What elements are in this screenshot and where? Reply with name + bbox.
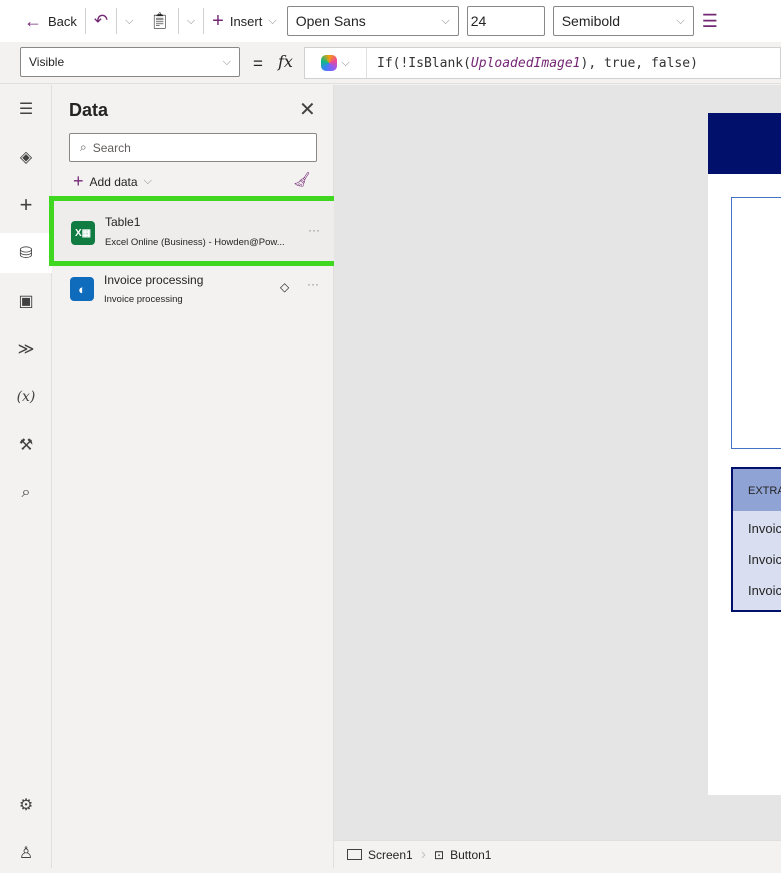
button-icon: ⊡ xyxy=(434,847,445,862)
premium-diamond-icon: ◇ xyxy=(280,280,290,294)
variables-icon[interactable]: (x) xyxy=(0,377,52,417)
item-name: Invoice processing xyxy=(104,273,204,287)
insert-button[interactable]: + Insert ⌵ xyxy=(204,10,285,33)
settings-icon[interactable]: ⚙ xyxy=(0,785,52,825)
chevron-down-icon: ⌵ xyxy=(222,55,231,68)
chevron-down-icon: ⌵ xyxy=(341,56,350,69)
font-weight-dropdown[interactable]: Semibold ⌵ xyxy=(552,6,694,36)
list-item[interactable]: ◐ Invoice processing Invoice processing … xyxy=(53,267,334,317)
power-automate-icon[interactable]: ≫ xyxy=(0,329,52,369)
property-dropdown[interactable]: Visible ⌵ xyxy=(20,47,240,77)
search-icon: ⌕ xyxy=(80,140,87,154)
formula-bar: Visible ⌵ = fx ⌵ If(!IsBlank(UploadedImag… xyxy=(0,42,781,84)
clear-icon[interactable]: 🧹︎ xyxy=(293,171,311,188)
hamburger-icon[interactable]: ☰ xyxy=(0,89,52,129)
header-bar xyxy=(708,113,781,174)
data-panel: Data ✕ ⌕ Search + Add data ⌵ 🧹︎ X▦ Table1 E… xyxy=(49,85,340,868)
item-subtitle: Invoice processing xyxy=(104,294,183,305)
table-header: EXTRA xyxy=(733,469,781,511)
command-bar: ← Back ↶ ⌵ 📋︎ ⌵ + Insert ⌵ Open Sans ⌵ 24 Se… xyxy=(0,0,781,42)
formula-input[interactable]: ⌵ If(!IsBlank(UploadedImage1), true, fal… xyxy=(304,47,781,79)
table-row[interactable]: Invoic xyxy=(733,511,781,544)
undo-dropdown[interactable]: ⌵ xyxy=(117,15,141,28)
undo-icon: ↶ xyxy=(93,11,109,30)
item-subtitle: Excel Online (Business) - Howden@Pow... xyxy=(105,237,285,248)
breadcrumb: Screen1 › ⊡ Button1 xyxy=(334,840,781,868)
copilot-icon xyxy=(321,55,338,71)
search-input[interactable]: ⌕ Search xyxy=(69,133,317,162)
more-options-icon[interactable]: ··· xyxy=(308,223,320,237)
advanced-tools-icon[interactable]: ⚒ xyxy=(0,425,52,465)
data-icon[interactable]: ⛁ xyxy=(0,233,52,273)
left-rail: ☰ ◈ + ⛁ ▣ ≫ (x) ⚒ ⌕ ⚙ ♙ xyxy=(0,85,52,868)
chevron-down-icon: ⌵ xyxy=(441,14,450,27)
media-icon[interactable]: ▣ xyxy=(0,281,52,321)
equals-sign: = xyxy=(253,54,263,73)
font-family-dropdown[interactable]: Open Sans ⌵ xyxy=(286,6,459,36)
undo-button[interactable]: ↶ xyxy=(86,11,116,31)
paste-button[interactable]: 📋︎ xyxy=(142,11,178,31)
close-icon[interactable]: ✕ xyxy=(299,97,316,122)
breadcrumb-control[interactable]: ⊡ Button1 xyxy=(434,848,491,862)
excel-icon: X▦ xyxy=(71,221,95,245)
chevron-right-icon: › xyxy=(420,845,427,863)
extracted-table[interactable]: EXTRA Invoic Invoic Invoic xyxy=(731,467,781,612)
chevron-down-icon: ⌵ xyxy=(676,14,685,27)
chevron-down-icon: ⌵ xyxy=(268,14,277,27)
font-size-input[interactable]: 24 xyxy=(466,6,545,36)
plus-icon: + xyxy=(212,9,224,32)
search-icon[interactable]: ⌕ xyxy=(0,473,52,513)
chevron-down-icon: ⌵ xyxy=(143,175,152,187)
tree-view-icon[interactable]: ◈ xyxy=(0,137,52,177)
clipboard-icon: 📋︎ xyxy=(149,13,170,30)
copilot-button[interactable]: ⌵ xyxy=(305,48,367,78)
screen-icon xyxy=(347,849,362,860)
list-item[interactable]: X▦ Table1 Excel Online (Business) - Howd… xyxy=(49,196,340,266)
item-name: Table1 xyxy=(105,215,141,229)
image-upload-control[interactable] xyxy=(731,197,781,449)
formula-text: If(!IsBlank(UploadedImage1), true, false… xyxy=(377,55,698,71)
add-data-button[interactable]: + Add data ⌵ xyxy=(73,171,152,192)
insert-icon[interactable]: + xyxy=(0,185,52,225)
table-row[interactable]: Invoic xyxy=(733,577,781,610)
back-button[interactable]: ← Back xyxy=(0,11,85,32)
more-options-icon[interactable]: ··· xyxy=(307,277,319,291)
account-icon[interactable]: ♙ xyxy=(0,833,52,873)
plus-icon: + xyxy=(73,171,84,191)
table-row[interactable]: Invoic xyxy=(733,544,781,577)
ai-model-icon: ◐ xyxy=(70,277,94,301)
canvas-area: EXTRA Invoic Invoic Invoic xyxy=(334,85,781,840)
breadcrumb-screen[interactable]: Screen1 xyxy=(334,848,413,862)
arrow-left-icon: ← xyxy=(24,10,42,31)
panel-title: Data xyxy=(69,100,109,120)
paste-dropdown[interactable]: ⌵ xyxy=(179,15,203,28)
fx-icon: fx xyxy=(278,52,293,71)
more-menu-icon[interactable]: ☰ xyxy=(694,11,726,32)
screen-preview[interactable]: EXTRA Invoic Invoic Invoic xyxy=(708,113,781,795)
